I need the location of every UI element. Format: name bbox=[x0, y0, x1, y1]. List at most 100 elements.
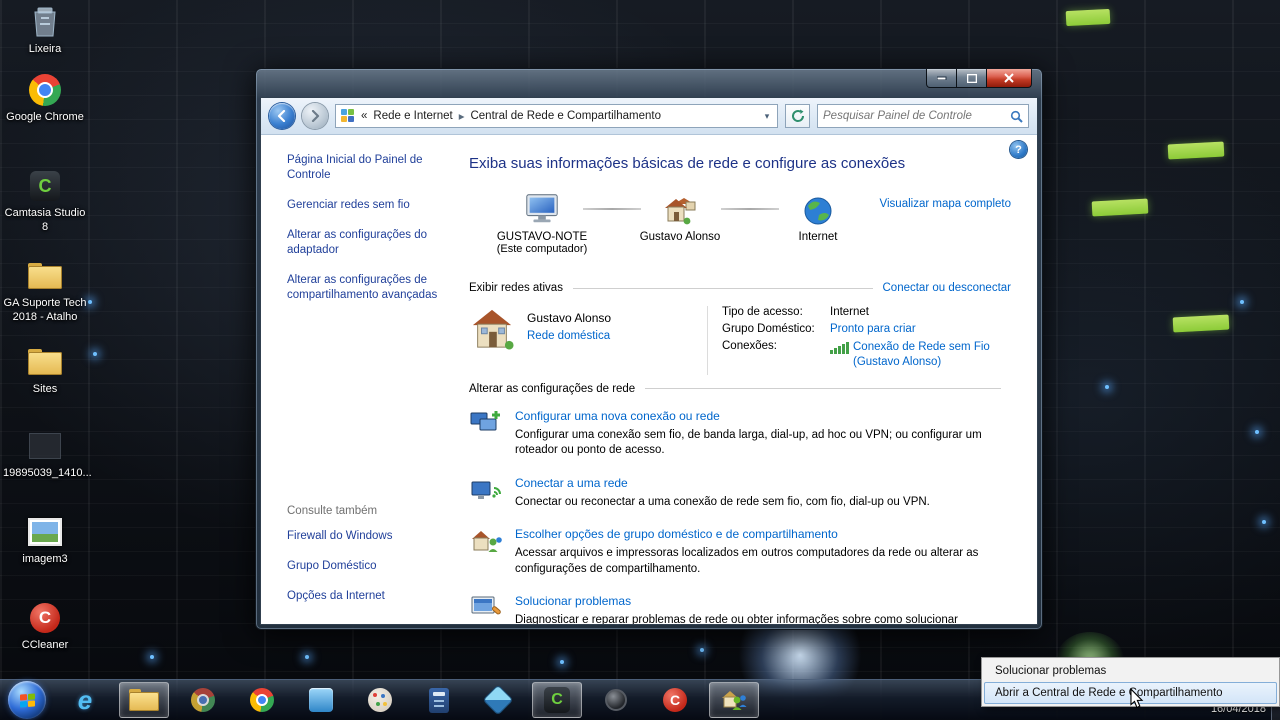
desktop-icon-camtasia[interactable]: C Camtasia Studio 8 bbox=[1, 168, 89, 235]
breadcrumb-rede-e-internet[interactable]: Rede e Internet bbox=[373, 110, 452, 122]
taskbar-paint-button[interactable] bbox=[355, 682, 405, 718]
taskbar-cube-app-button[interactable] bbox=[473, 682, 523, 718]
taskbar-app-blue-button[interactable] bbox=[296, 682, 346, 718]
divider-line bbox=[572, 287, 873, 289]
taskbar-camtasia-button[interactable]: C bbox=[532, 682, 582, 718]
blue-app-icon bbox=[309, 688, 333, 712]
server-led bbox=[305, 655, 309, 659]
map-connector bbox=[721, 208, 779, 210]
connect-network-icon bbox=[469, 476, 503, 511]
task-title[interactable]: Conectar a uma rede bbox=[515, 476, 930, 490]
desktop-icon-imagem3[interactable]: imagem3 bbox=[1, 514, 89, 567]
task-description: Acessar arquivos e impressoras localizad… bbox=[515, 547, 979, 575]
server-label-sticker bbox=[1167, 141, 1225, 160]
task-troubleshoot[interactable]: Solucionar problemas Diagnosticar e repa… bbox=[469, 594, 1011, 624]
sidebar-item-adapter-settings[interactable]: Alterar as configurações do adaptador bbox=[287, 228, 441, 258]
minimize-icon bbox=[936, 76, 946, 80]
taskbar-ccleaner-button[interactable]: C bbox=[650, 682, 700, 718]
sidebar-item-advanced-sharing[interactable]: Alterar as configurações de compartilham… bbox=[287, 273, 441, 303]
task-title[interactable]: Configurar uma nova conexão ou rede bbox=[515, 409, 1000, 423]
sidebar-item-control-panel-home[interactable]: Página Inicial do Painel de Controle bbox=[287, 153, 441, 183]
desktop-icon-chrome[interactable]: Google Chrome bbox=[1, 72, 89, 125]
connect-disconnect-link[interactable]: Conectar ou desconectar bbox=[883, 282, 1012, 294]
taskbar-browser-button[interactable] bbox=[178, 682, 228, 718]
taskbar-explorer-button[interactable] bbox=[119, 682, 169, 718]
server-led bbox=[1255, 430, 1259, 434]
desktop-icon-file[interactable]: 19895039_1410... bbox=[1, 428, 92, 481]
address-dropdown-icon[interactable]: ▾ bbox=[759, 111, 775, 122]
ccleaner-icon: C bbox=[663, 688, 687, 712]
server-led bbox=[1240, 300, 1244, 304]
close-button[interactable] bbox=[986, 69, 1032, 88]
address-bar[interactable]: « Rede e Internet ▸ Central de Rede e Co… bbox=[335, 104, 778, 128]
desktop-icon-label: 19895039_1410... bbox=[3, 467, 92, 479]
sidebar-item-windows-firewall[interactable]: Firewall do Windows bbox=[287, 529, 441, 544]
view-full-map-link[interactable]: Visualizar mapa completo bbox=[880, 198, 1011, 210]
internet-explorer-icon: e bbox=[77, 685, 93, 715]
folder-icon bbox=[28, 263, 62, 289]
computer-sub-label: (Este computador) bbox=[496, 243, 588, 255]
taskbar-ie-button[interactable]: e bbox=[60, 682, 110, 718]
maximize-button[interactable] bbox=[956, 69, 987, 88]
task-new-connection[interactable]: Configurar uma nova conexão ou rede Conf… bbox=[469, 409, 1011, 459]
mouse-cursor bbox=[1130, 688, 1144, 709]
sidebar-item-manage-wireless[interactable]: Gerenciar redes sem fio bbox=[287, 198, 441, 213]
search-icon[interactable] bbox=[1004, 110, 1028, 123]
task-title[interactable]: Escolher opções de grupo doméstico e de … bbox=[515, 527, 1000, 541]
sidebar-item-homegroup[interactable]: Grupo Doméstico bbox=[287, 559, 441, 574]
access-type-value: Internet bbox=[830, 306, 869, 318]
breadcrumb-current[interactable]: Central de Rede e Compartilhamento bbox=[470, 110, 661, 122]
homegroup-ready-link[interactable]: Pronto para criar bbox=[830, 323, 916, 335]
desktop-icon-label: imagem3 bbox=[22, 553, 68, 565]
server-label-sticker bbox=[1065, 8, 1111, 27]
help-button[interactable]: ? bbox=[1010, 141, 1027, 158]
search-input[interactable] bbox=[818, 110, 1004, 122]
forward-arrow-icon bbox=[311, 110, 320, 122]
network-type-link[interactable]: Rede doméstica bbox=[527, 330, 611, 342]
taskbar-buttons: e C C bbox=[60, 682, 759, 718]
camtasia-icon: C bbox=[30, 171, 60, 201]
house-icon bbox=[472, 309, 514, 350]
task-homegroup-options[interactable]: Escolher opções de grupo doméstico e de … bbox=[469, 527, 1011, 577]
server-led bbox=[1262, 520, 1266, 524]
computer-icon bbox=[477, 188, 607, 226]
task-title[interactable]: Solucionar problemas bbox=[515, 594, 1000, 608]
ccleaner-icon: C bbox=[30, 603, 60, 633]
home-network-icon bbox=[615, 188, 745, 226]
vertical-divider bbox=[707, 306, 708, 375]
desktop-icon-ccleaner[interactable]: C CCleaner bbox=[1, 600, 89, 653]
taskbar-recorder-button[interactable] bbox=[591, 682, 641, 718]
taskbar-calculator-button[interactable] bbox=[414, 682, 464, 718]
desktop-icon-sites[interactable]: Sites bbox=[1, 344, 89, 397]
forward-button[interactable] bbox=[302, 103, 328, 129]
calculator-icon bbox=[429, 687, 449, 713]
map-node-internet[interactable]: Internet bbox=[753, 188, 883, 243]
refresh-icon bbox=[791, 109, 804, 122]
browser-icon bbox=[191, 688, 215, 712]
map-node-computer[interactable]: GUSTAVO-NOTE (Este computador) bbox=[477, 188, 607, 255]
sidebar-item-internet-options[interactable]: Opções da Internet bbox=[287, 589, 441, 604]
breadcrumb-overflow[interactable]: « bbox=[361, 110, 367, 122]
recycle-bin-icon bbox=[1, 4, 89, 40]
minimize-button[interactable] bbox=[926, 69, 957, 88]
homegroup-options-icon bbox=[469, 527, 503, 577]
tasks-header: Alterar as configurações de rede bbox=[469, 382, 636, 395]
desktop-icon-recycle-bin[interactable]: Lixeira bbox=[1, 4, 89, 57]
start-button[interactable] bbox=[8, 681, 46, 719]
desktop-icon-ga-suporte[interactable]: GA Suporte Tech 2018 - Atalho bbox=[1, 258, 89, 325]
task-connect-network[interactable]: Conectar a uma rede Conectar ou reconect… bbox=[469, 476, 1011, 511]
taskbar-chrome-button[interactable] bbox=[237, 682, 287, 718]
taskbar-homegroup-button[interactable] bbox=[709, 682, 759, 718]
divider-line bbox=[645, 388, 1001, 390]
access-type-label: Tipo de acesso: bbox=[722, 306, 803, 318]
network-map: GUSTAVO-NOTE (Este computador) Gustavo A… bbox=[469, 188, 1011, 274]
cube-icon bbox=[483, 685, 513, 715]
wireless-connection-link[interactable]: Conexão de Rede sem Fio (Gustavo Alonso) bbox=[853, 340, 1005, 370]
back-button[interactable] bbox=[269, 103, 295, 129]
context-menu-item-troubleshoot[interactable]: Solucionar problemas bbox=[984, 660, 1277, 682]
camtasia-icon: C bbox=[544, 687, 570, 713]
desktop-icon-label: Camtasia Studio 8 bbox=[4, 207, 86, 233]
refresh-button[interactable] bbox=[785, 104, 810, 128]
map-node-network[interactable]: Gustavo Alonso bbox=[615, 188, 745, 243]
server-led bbox=[560, 660, 564, 664]
